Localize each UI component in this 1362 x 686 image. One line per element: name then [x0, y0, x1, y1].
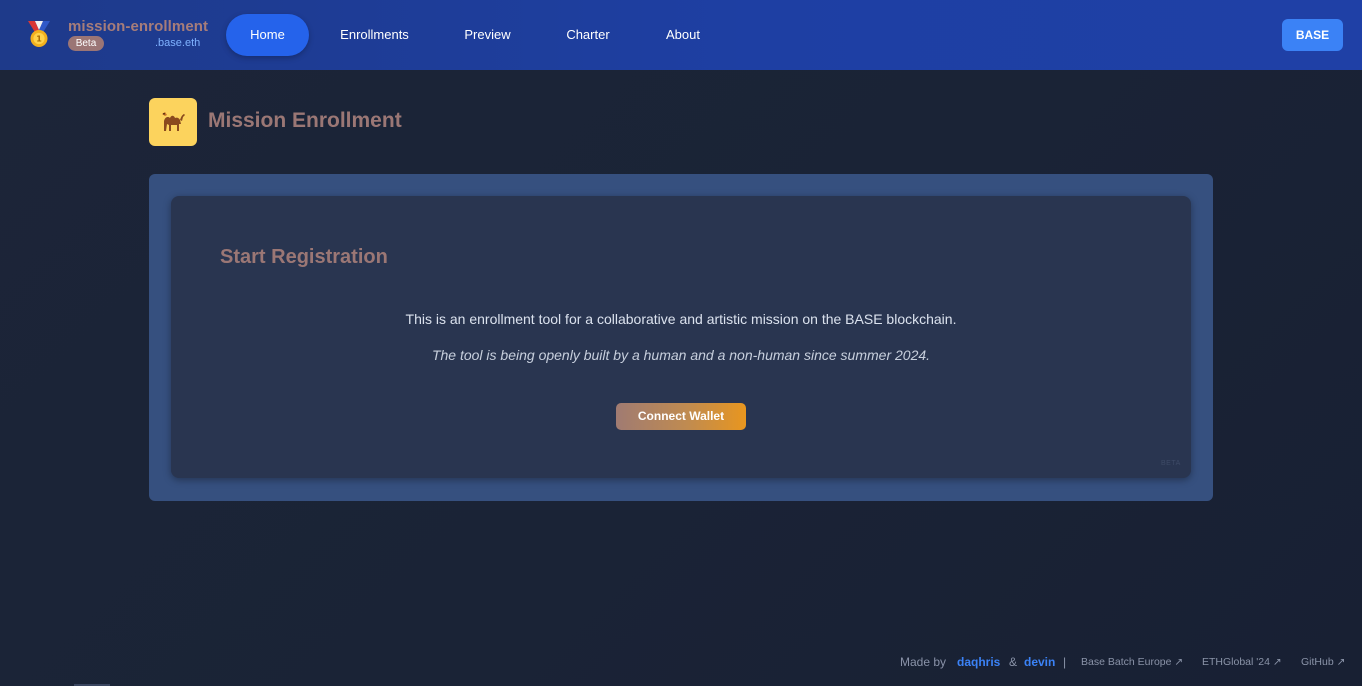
svg-text:1: 1 [36, 35, 42, 44]
nav-tab-preview[interactable]: Preview [450, 14, 525, 56]
connect-wallet-button[interactable]: Connect Wallet [616, 403, 746, 430]
top-navbar: 1 mission-enrollment Beta .base.eth Home… [0, 0, 1362, 70]
footer-link-github[interactable]: GitHub ↗ [1301, 656, 1345, 668]
footer-author-link-devin[interactable]: devin [1024, 655, 1055, 669]
registration-card [171, 196, 1191, 478]
base-network-button[interactable]: BASE [1282, 19, 1343, 51]
footer-link-base-batch-europe[interactable]: Base Batch Europe ↗ [1081, 656, 1183, 668]
card-heading: Start Registration [220, 246, 388, 268]
beta-watermark: BETA [1161, 460, 1181, 467]
medal-icon[interactable]: 1 [26, 20, 52, 48]
footer-made-by: Made by [900, 655, 947, 669]
footer-link-ethglobal[interactable]: ETHGlobal '24 ↗ [1202, 656, 1282, 668]
nav-tab-about[interactable]: About [651, 14, 715, 56]
nav-tab-charter[interactable]: Charter [553, 14, 623, 56]
nav-tab-home[interactable]: Home [226, 14, 309, 56]
card-note: The tool is being openly built by a huma… [431, 347, 931, 363]
brand-domain-suffix: .base.eth [155, 37, 201, 49]
beta-badge: Beta [68, 36, 104, 51]
footer-ampersand: & [1009, 655, 1018, 669]
nav-tab-enrollments[interactable]: Enrollments [325, 14, 424, 56]
card-description: This is an enrollment tool for a collabo… [405, 311, 957, 327]
footer-author-link-daqhris[interactable]: daqhris [957, 655, 1000, 669]
page-title: Mission Enrollment [208, 109, 402, 132]
camel-icon [149, 98, 197, 146]
brand-name[interactable]: mission-enrollment [68, 18, 208, 35]
footer-divider: | [1063, 655, 1067, 669]
